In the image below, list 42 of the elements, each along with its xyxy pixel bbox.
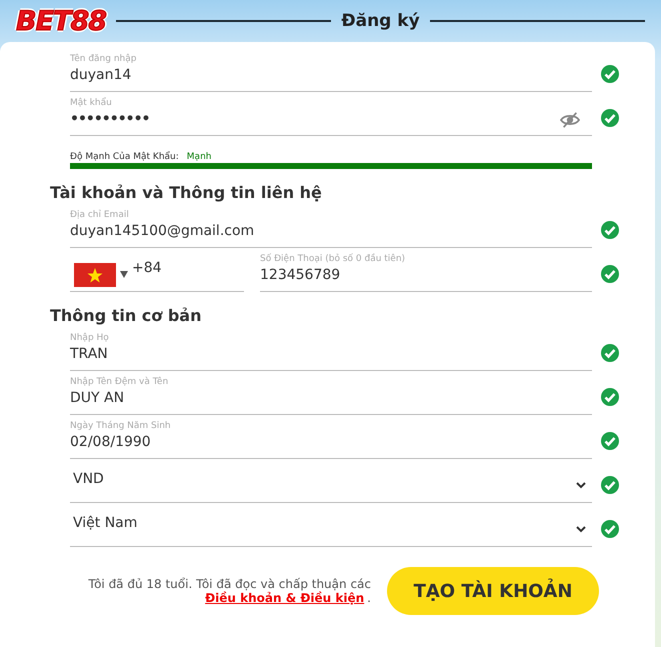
phone-field[interactable]: Số Điện Thoại (bỏ số 0 đầu tiên) 123456789 xyxy=(260,248,592,292)
country-code-field[interactable]: +84 xyxy=(70,248,244,292)
section-heading: Tài khoản và Thông tin liên hệ xyxy=(49,182,323,204)
field-value: Việt Nam xyxy=(73,514,138,533)
field-value: duyan145100@gmail.com xyxy=(70,222,254,241)
dropdown-triangle-icon xyxy=(120,271,128,278)
input-field[interactable]: Địa chỉ Email duyan145100@gmail.com xyxy=(70,204,592,248)
select-field[interactable]: VND xyxy=(70,459,592,503)
field-label: Tên đăng nhập xyxy=(70,54,138,65)
logo: BET88 xyxy=(16,6,106,36)
eye-slash-icon[interactable] xyxy=(558,111,582,129)
field-label: Địa chỉ Email xyxy=(70,210,130,221)
field-value: 123456789 xyxy=(260,266,340,285)
terms-text: Tôi đã đủ 18 tuổi. Tôi đã đọc và chấp thuận các xyxy=(88,577,371,591)
input-field[interactable]: Ngày Tháng Năm Sinh 02/08/1990 xyxy=(70,415,592,459)
field-label: Ngày Tháng Năm Sinh xyxy=(70,421,172,432)
input-field[interactable]: Tên đăng nhập duyan14 xyxy=(70,48,592,92)
field-value: 02/08/1990 xyxy=(70,433,151,452)
create-account-button[interactable]: TẠO TÀI KHOẢN xyxy=(387,567,599,615)
field-value: duyan14 xyxy=(70,66,132,85)
chevron-down-icon xyxy=(576,526,586,533)
field-label: Mật khẩu xyxy=(70,98,113,109)
input-field[interactable]: Nhập Họ TRAN xyxy=(70,327,592,371)
chevron-down-icon xyxy=(576,482,586,489)
field-value: VND xyxy=(73,470,104,489)
field-label: Số Điện Thoại (bỏ số 0 đầu tiên) xyxy=(260,254,406,265)
terms-period: . xyxy=(367,591,371,605)
strength-value: Mạnh xyxy=(186,152,212,162)
password-field[interactable]: Mật khẩu •••••••••• xyxy=(70,92,592,136)
section-heading: Thông tin cơ bản xyxy=(49,305,202,327)
strength-label: Độ Mạnh Của Mật Khẩu: xyxy=(70,152,179,162)
input-field[interactable]: Nhập Tên Đệm và Tên DUY AN xyxy=(70,371,592,415)
field-value: +84 xyxy=(132,259,162,278)
field-value: •••••••••• xyxy=(70,110,150,129)
field-value: TRAN xyxy=(70,345,108,364)
vietnam-flag-icon xyxy=(74,262,116,286)
field-label: Nhập Họ xyxy=(70,333,110,344)
field-label: Nhập Tên Đệm và Tên xyxy=(70,377,170,388)
select-field[interactable]: Việt Nam xyxy=(70,503,592,547)
terms-link[interactable]: Điều khoản & Điều kiện xyxy=(205,591,364,605)
field-value: DUY AN xyxy=(70,389,124,408)
page-title: Đăng ký xyxy=(341,11,420,31)
